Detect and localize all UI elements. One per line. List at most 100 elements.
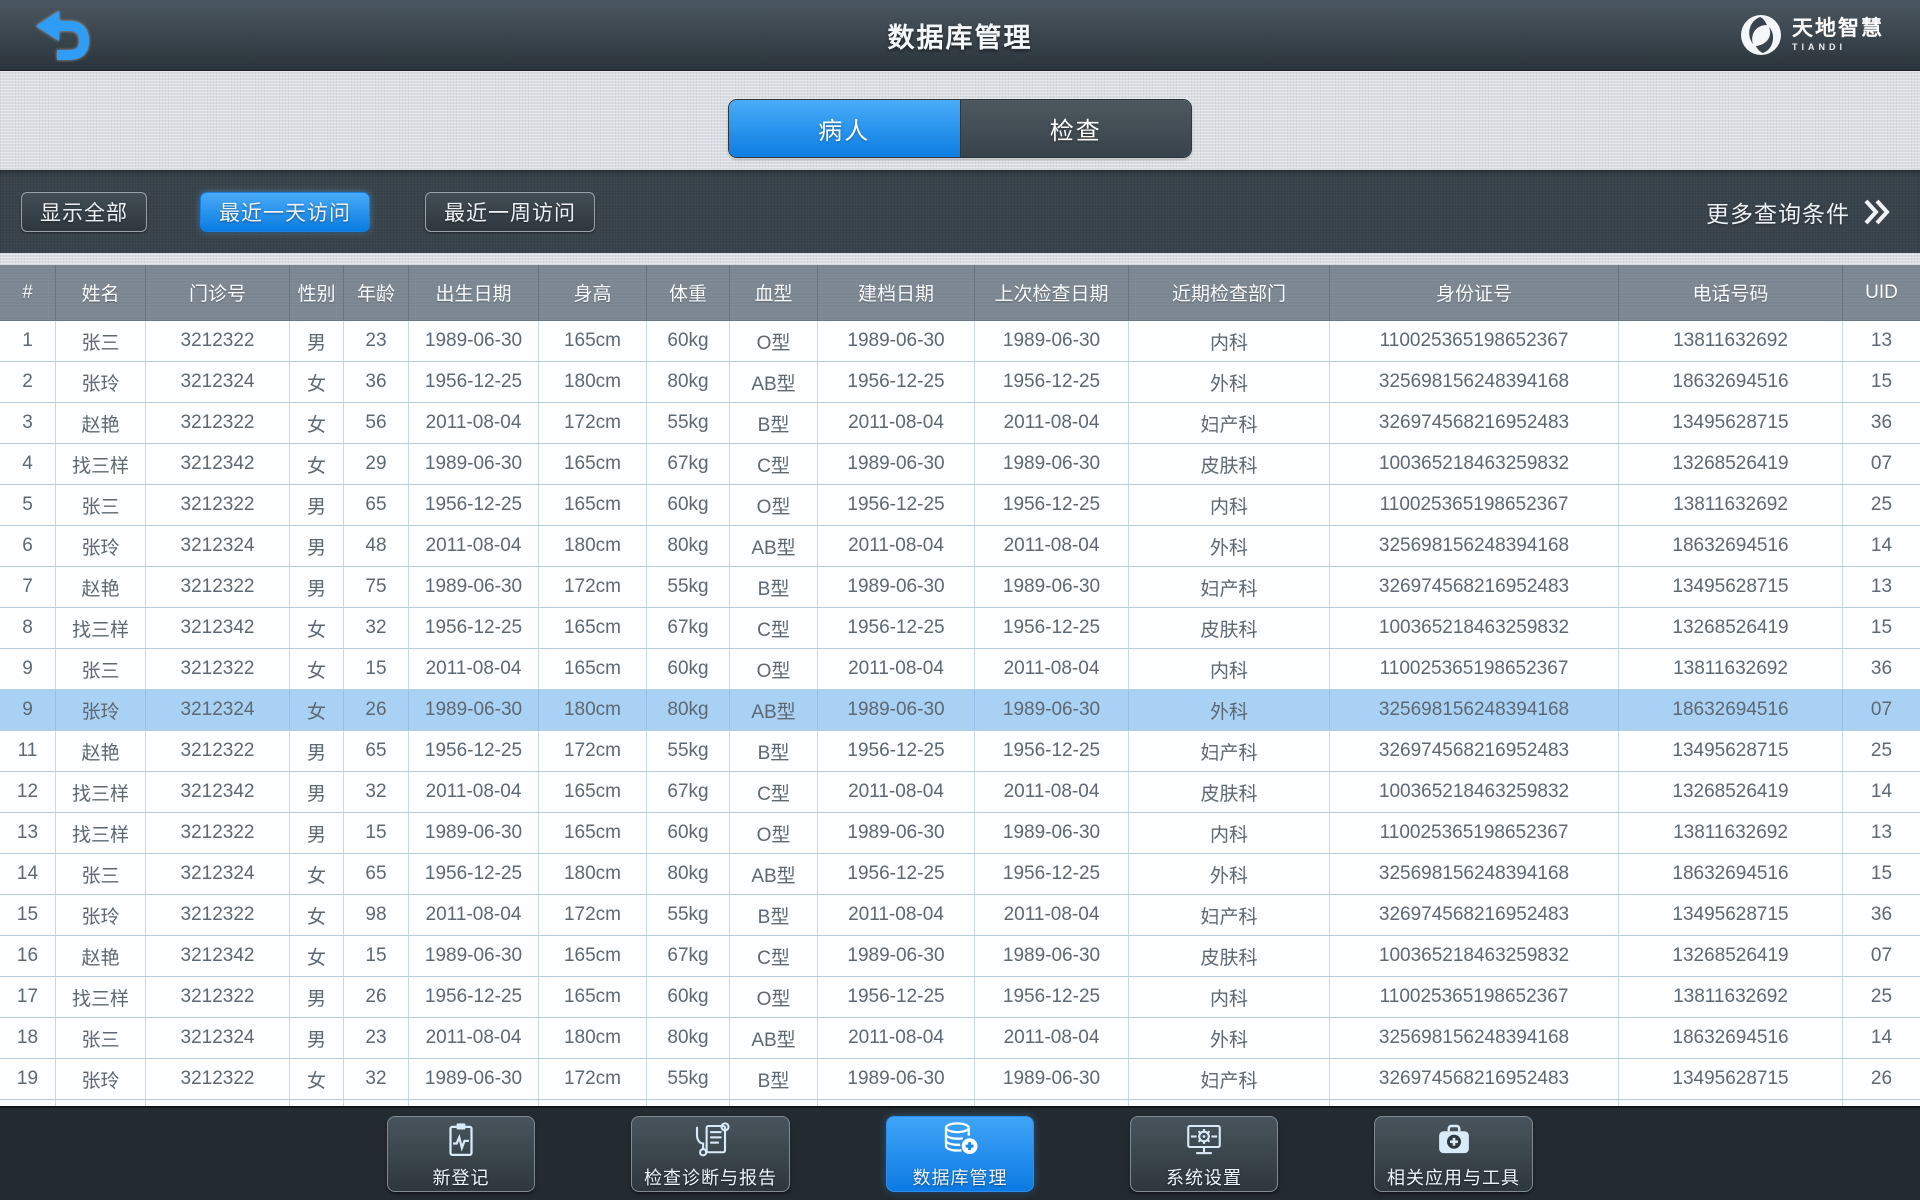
table-cell: 1989-06-30 [818, 936, 975, 976]
filter-last-week-button[interactable]: 最近一周访问 [425, 192, 595, 232]
table-cell: O型 [730, 977, 818, 1017]
table-cell: 1956-12-25 [409, 977, 539, 1017]
page-title: 数据库管理 [887, 22, 1033, 53]
table-cell: 张三 [56, 854, 146, 894]
more-filters-link[interactable]: 更多查询条件 [1706, 192, 1892, 232]
table-cell: 15 [1870, 371, 1893, 392]
table-row[interactable]: 7 赵艳 3212322 男 75 1989-06-30 172cm 55kg B型 1989-0… [0, 567, 1920, 608]
table-cell: 325698156248394168 [1330, 362, 1619, 402]
table-row[interactable]: 9 张三 3212322 女 15 2011-08-04 165cm 60kg O型 2011-0… [0, 649, 1920, 690]
table-cell: 100365218463259832 [1330, 608, 1619, 648]
table-cell: 妇产科 [1129, 895, 1330, 935]
table-cell: 26 [344, 977, 409, 1017]
table-cell: 2011-08-04 [975, 526, 1129, 566]
table-cell: 2011-08-04 [975, 895, 1129, 935]
brand-logo: 天地智慧 TIANDI [1739, 13, 1884, 57]
table-cell: 皮肤科 [1129, 608, 1330, 648]
table-row[interactable]: 13 找三样 3212322 男 15 1989-06-30 165cm 60kg O型 1989… [0, 813, 1920, 854]
table-cell: 男 [290, 772, 344, 812]
table-cell: 15 [1870, 863, 1893, 884]
table-cell: 18632694516 [1619, 526, 1843, 566]
table-cell: 皮肤科 [1129, 444, 1330, 484]
table-row[interactable]: 4 找三样 3212342 女 29 1989-06-30 165cm 67kg C型 1989-… [0, 444, 1920, 485]
table-row[interactable]: 11 赵艳 3212322 男 65 1956-12-25 172cm 55kg B型 1956-… [0, 731, 1920, 772]
table-cell: 外科 [1129, 1018, 1330, 1058]
table-row[interactable]: 19 张玲 3212322 女 32 1989-06-30 172cm 55kg B型 1989-… [0, 1059, 1920, 1100]
table-header-row: # 姓名 门诊号 性别 年龄 出生日期 身高 体重 血型 建档日期 上次检查日期 近期检查部门 身份证号… [0, 265, 1920, 321]
tab-examinations[interactable]: 检查 [959, 100, 1191, 157]
table-cell: 23 [344, 321, 409, 361]
filter-last-day-button[interactable]: 最近一天访问 [200, 192, 370, 232]
table-cell: 1956-12-25 [975, 854, 1129, 894]
table-cell: 180cm [539, 526, 647, 566]
table-row[interactable]: 17 找三样 3212322 男 26 1956-12-25 165cm 60kg O型 1956… [0, 977, 1920, 1018]
table-cell: 13811632692 [1619, 813, 1843, 853]
table-cell: 男 [290, 526, 344, 566]
table-cell: 165cm [539, 649, 647, 689]
table-cell: 15 [0, 895, 56, 935]
table-cell: 18632694516 [1619, 690, 1843, 730]
nav-new-registration-button[interactable]: 新登记 [387, 1116, 535, 1192]
table-cell: 1989-06-30 [409, 444, 539, 484]
table-cell: 13268526419 [1619, 772, 1843, 812]
table-cell: 36 [344, 362, 409, 402]
table-cell: 1956-12-25 [975, 608, 1129, 648]
table-row[interactable]: 2 张玲 3212324 女 36 1956-12-25 180cm 80kg AB型 1956-… [0, 362, 1920, 403]
table-row[interactable]: 15 张玲 3212322 女 98 2011-08-04 172cm 55kg B型 2011-… [0, 895, 1920, 936]
table-cell: 07 [1870, 699, 1893, 720]
table-row-selected[interactable]: 9 张玲 3212324 女 26 1989-06-30 180cm 80kg AB型 1989-… [0, 690, 1920, 731]
table-cell: 180cm [539, 362, 647, 402]
table-row[interactable]: 12 找三样 3212342 男 32 2011-08-04 165cm 67kg C型 2011… [0, 772, 1920, 813]
table-cell: B型 [730, 567, 818, 607]
nav-diagnosis-report-button[interactable]: 检查诊断与报告 [631, 1116, 790, 1192]
table-cell: B型 [730, 731, 818, 771]
table-cell: 55kg [647, 403, 730, 443]
nav-related-apps-tools-button[interactable]: 相关应用与工具 [1374, 1116, 1533, 1192]
table-cell: C型 [730, 772, 818, 812]
table-cell: 内科 [1129, 485, 1330, 525]
table-cell: 3212324 [146, 690, 290, 730]
table-cell: 25 [1870, 986, 1893, 1007]
table-cell: 1956-12-25 [818, 485, 975, 525]
table-cell: 3 [0, 403, 56, 443]
table-row[interactable]: 18 张三 3212324 男 23 2011-08-04 180cm 80kg AB型 2011… [0, 1018, 1920, 1059]
table-cell: 32 [344, 608, 409, 648]
back-button[interactable] [32, 9, 94, 61]
table-cell: 110025365198652367 [1330, 321, 1619, 361]
table-row[interactable]: 14 张三 3212324 女 65 1956-12-25 180cm 80kg AB型 1956… [0, 854, 1920, 895]
table-cell: 67kg [647, 936, 730, 976]
table-cell: 2011-08-04 [409, 895, 539, 935]
nav-system-settings-button[interactable]: 系统设置 [1130, 1116, 1278, 1192]
table-row[interactable]: 6 张玲 3212324 男 48 2011-08-04 180cm 80kg AB型 2011-… [0, 526, 1920, 567]
nav-label: 相关应用与工具 [1387, 1167, 1520, 1188]
table-cell: 2011-08-04 [409, 649, 539, 689]
table-row[interactable]: 8 找三样 3212342 女 32 1956-12-25 165cm 67kg C型 1956-… [0, 608, 1920, 649]
tab-patients[interactable]: 病人 [729, 100, 960, 157]
table-row[interactable]: 1 张三 3212322 男 23 1989-06-30 165cm 60kg O型 1989-0… [0, 321, 1920, 362]
table-cell: 13811632692 [1619, 977, 1843, 1017]
table-row[interactable]: 3 赵艳 3212322 女 56 2011-08-04 172cm 55kg B型 2011-0… [0, 403, 1920, 444]
table-cell: 13495628715 [1619, 895, 1843, 935]
table-cell: B型 [730, 895, 818, 935]
table-cell: 172cm [539, 731, 647, 771]
table-cell: 女 [290, 608, 344, 648]
table-row[interactable]: 5 张三 3212322 男 65 1956-12-25 165cm 60kg O型 1956-1… [0, 485, 1920, 526]
table-cell: 1989-06-30 [409, 936, 539, 976]
table-cell: 165cm [539, 321, 647, 361]
table-cell: 张三 [56, 485, 146, 525]
table-cell: 165cm [539, 813, 647, 853]
filter-show-all-button[interactable]: 显示全部 [21, 192, 147, 232]
table-cell: 1956-12-25 [975, 362, 1129, 402]
table-cell: 1956-12-25 [975, 485, 1129, 525]
table-cell: 36 [1870, 658, 1893, 679]
table-cell: 13811632692 [1619, 485, 1843, 525]
table-row[interactable]: 16 赵艳 3212342 女 15 1989-06-30 165cm 67kg C型 1989-… [0, 936, 1920, 977]
table-cell: 3212322 [146, 485, 290, 525]
table-cell: 1989-06-30 [818, 321, 975, 361]
table-cell: 1956-12-25 [409, 854, 539, 894]
table-cell: 3212324 [146, 854, 290, 894]
table-cell: B型 [730, 1059, 818, 1099]
nav-database-management-button[interactable]: 数据库管理 [886, 1116, 1034, 1192]
table-cell: 13495628715 [1619, 403, 1843, 443]
column-header: 出生日期 [409, 265, 539, 320]
